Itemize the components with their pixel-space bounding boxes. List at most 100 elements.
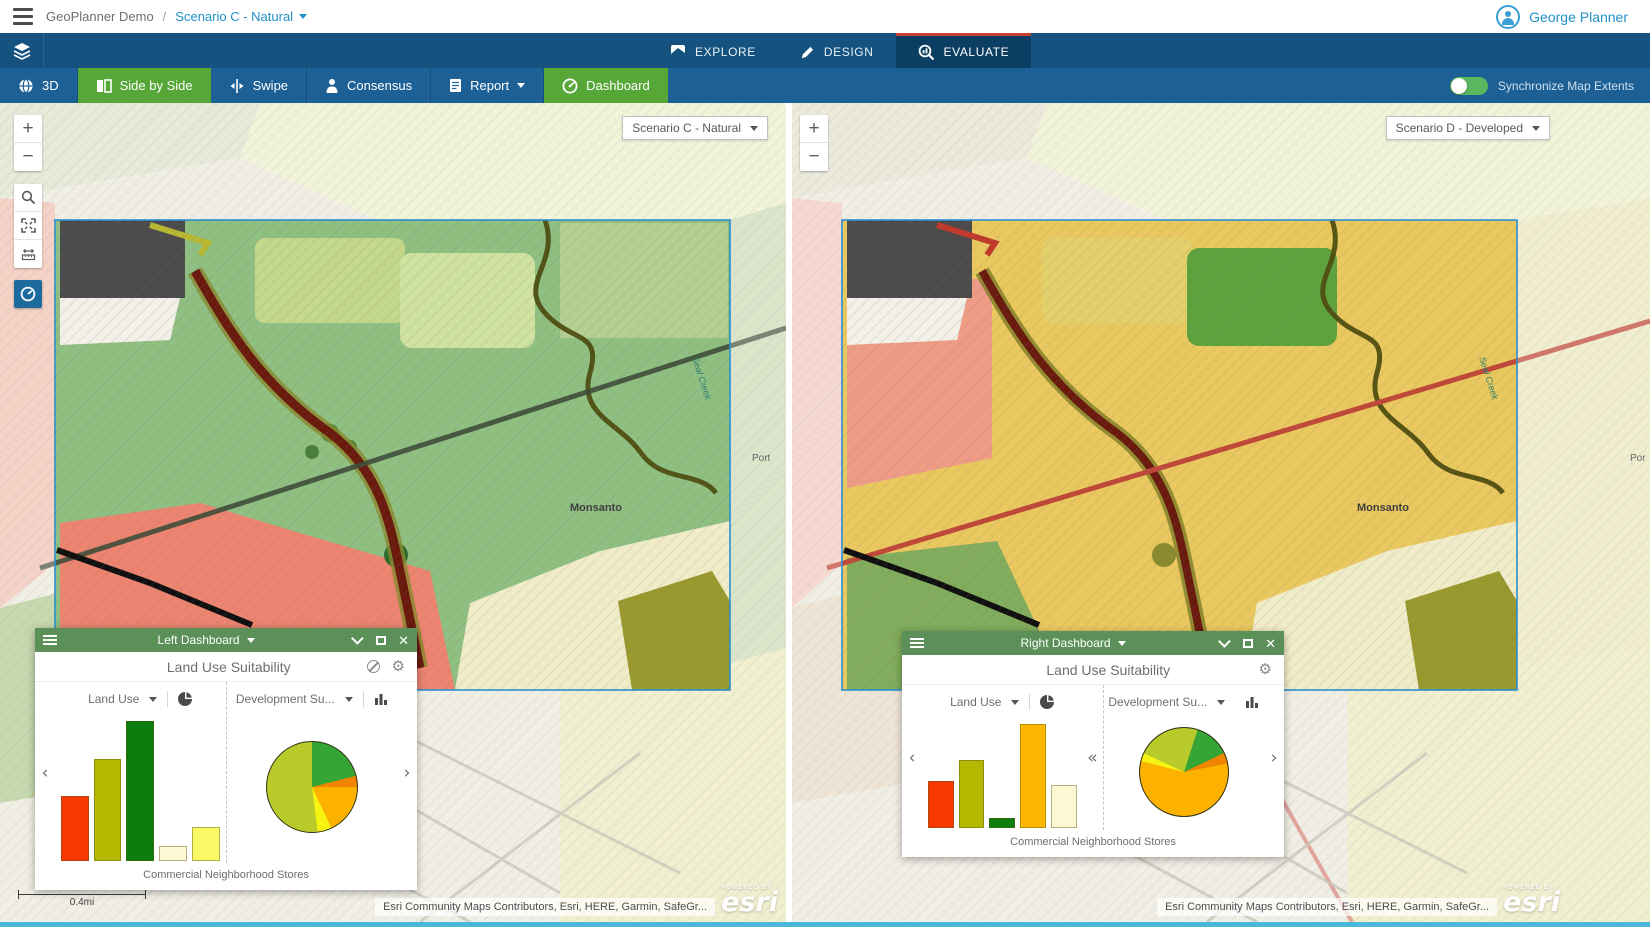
left-dashboard-window: Left Dashboard ✕ Land Use Suitability ⚙ … (35, 628, 417, 890)
right-dashboard-subheader: Land Use Suitability ⚙ (902, 655, 1284, 685)
map-right-scenario-d[interactable]: Monsanto Seal Creek Por Scenario D - Dev… (792, 103, 1650, 922)
top-bar: GeoPlanner Demo / Scenario C - Natural G… (0, 0, 1650, 33)
map-left-scenario-c[interactable]: Monsanto Seal Creek Port (0, 103, 786, 922)
synchronize-extents-control: Synchronize Map Extents (1450, 68, 1650, 103)
swipe-label: Swipe (253, 78, 288, 93)
close-icon[interactable]: ✕ (398, 634, 409, 647)
map-tools (14, 184, 42, 268)
land-use-selector[interactable]: Land Use (88, 692, 139, 706)
development-suitability-selector[interactable]: Development Su... (1108, 695, 1207, 709)
full-extent-button[interactable] (14, 212, 42, 240)
attribution-text: Esri Community Maps Contributors, Esri, … (375, 898, 715, 916)
left-dashboard-body: ‹ Land Use (35, 682, 417, 863)
esri-wordmark: esri (721, 889, 778, 916)
chevron-down-icon (345, 697, 353, 702)
left-dashboard-header[interactable]: Left Dashboard ✕ (35, 628, 417, 652)
avatar (1496, 5, 1520, 29)
bar-chart-type-icon[interactable] (374, 693, 388, 705)
bottom-accent-strip (0, 922, 1650, 927)
right-map-scenario-selector[interactable]: Scenario D - Developed (1386, 116, 1550, 140)
zoom-in-button[interactable] (800, 115, 828, 143)
left-dashboard-title: Left Dashboard (158, 633, 240, 647)
development-suitability-selector[interactable]: Development Su... (236, 692, 335, 706)
dashboard-menu-icon[interactable] (910, 638, 924, 648)
user-menu[interactable]: George Planner (1496, 5, 1650, 29)
dashboard-toggle-button[interactable] (14, 280, 42, 308)
close-icon[interactable]: ✕ (1265, 637, 1276, 650)
zoom-out-button[interactable] (14, 143, 42, 171)
esri-logo: POWERED BY esri (1503, 885, 1560, 916)
hide-icon[interactable] (367, 660, 380, 673)
swipe-icon (229, 79, 245, 93)
report-button[interactable]: Report (431, 68, 544, 103)
explore-map-icon (670, 44, 686, 60)
zoom-in-button[interactable] (14, 115, 42, 143)
3d-button[interactable]: 3D (0, 68, 78, 103)
prev-chart-chevron[interactable]: ‹ (902, 685, 922, 830)
left-map-scenario-selector[interactable]: Scenario C - Natural (622, 116, 768, 140)
gear-icon[interactable]: ⚙ (392, 659, 405, 674)
pencil-icon (800, 45, 815, 60)
breadcrumb-separator: / (163, 9, 167, 24)
gear-icon[interactable]: ⚙ (1259, 662, 1272, 677)
chevron-down-icon (1011, 700, 1019, 705)
tab-explore[interactable]: EXPLORE (648, 33, 778, 68)
side-by-side-button[interactable]: Side by Side (78, 68, 211, 103)
collapse-panel-chevrons[interactable]: « (1083, 685, 1103, 830)
tab-design[interactable]: DESIGN (778, 33, 896, 68)
bar-chart-type-icon[interactable] (1245, 696, 1259, 708)
measure-button[interactable] (14, 240, 42, 268)
side-by-side-maps: Monsanto Seal Creek Port (0, 103, 1650, 922)
swipe-button[interactable]: Swipe (211, 68, 307, 103)
window-buttons: ✕ (355, 634, 409, 647)
development-suitability-pie-chart (1139, 727, 1229, 817)
land-use-chart-panel: Land Use (55, 682, 226, 863)
zoom-control (800, 115, 828, 171)
right-dashboard-header[interactable]: Right Dashboard ✕ (902, 631, 1284, 655)
maximize-icon[interactable] (1243, 639, 1253, 648)
dashboard-gauge-icon (20, 286, 36, 302)
dashboard-gauge-icon (562, 78, 578, 94)
consensus-label: Consensus (347, 78, 412, 93)
report-label: Report (470, 78, 509, 93)
left-dashboard-title-menu[interactable]: Left Dashboard (57, 633, 355, 647)
zoom-control (14, 115, 42, 171)
chevron-down-icon (1532, 126, 1540, 131)
pie-chart-type-icon[interactable] (178, 692, 192, 706)
development-suitability-chart-panel: Development Su... (1103, 685, 1265, 830)
chevron-down-icon (750, 126, 758, 131)
consensus-button[interactable]: Consensus (307, 68, 431, 103)
scalebar-mi: 0.4mi (18, 897, 146, 908)
main-menu-icon[interactable] (0, 0, 46, 33)
next-chart-chevron[interactable]: › (397, 682, 417, 863)
maximize-icon[interactable] (376, 636, 386, 645)
development-suitability-chart-panel: Development Su... (226, 682, 398, 863)
measure-ruler-icon (21, 248, 36, 261)
indicator-label: Commercial Neighborhood Stores (35, 863, 417, 890)
scenario-breadcrumb-menu[interactable]: Scenario C - Natural (175, 9, 307, 24)
left-dashboard-subheader: Land Use Suitability ⚙ (35, 652, 417, 682)
chevron-down-icon (299, 14, 307, 19)
land-use-selector[interactable]: Land Use (950, 695, 1001, 709)
synchronize-map-extents-toggle[interactable] (1450, 77, 1488, 95)
right-dashboard-window: Right Dashboard ✕ Land Use Suitability ⚙… (902, 631, 1284, 857)
esri-wordmark: esri (1503, 889, 1560, 916)
right-dashboard-title-menu[interactable]: Right Dashboard (924, 636, 1222, 650)
prev-chart-chevron[interactable]: ‹ (35, 682, 55, 863)
dashboard-label: Dashboard (586, 78, 650, 93)
right-map-scenario-value: Scenario D - Developed (1396, 121, 1523, 135)
layers-button[interactable] (0, 33, 44, 68)
zoom-out-button[interactable] (800, 143, 828, 171)
pie-chart-type-icon[interactable] (1040, 695, 1054, 709)
search-button[interactable] (14, 184, 42, 212)
tab-evaluate[interactable]: EVALUATE (896, 33, 1032, 68)
map-label-monsanto: Monsanto (570, 502, 622, 514)
dashboard-subtitle: Land Use Suitability (902, 662, 1259, 678)
dashboard-button[interactable]: Dashboard (544, 68, 668, 103)
development-suitability-pie-chart (266, 741, 358, 833)
dashboard-menu-icon[interactable] (43, 635, 57, 645)
scenario-breadcrumb-label: Scenario C - Natural (175, 9, 293, 24)
tab-explore-label: EXPLORE (695, 45, 756, 59)
right-dashboard-title: Right Dashboard (1021, 636, 1111, 650)
next-chart-chevron[interactable]: › (1264, 685, 1284, 830)
